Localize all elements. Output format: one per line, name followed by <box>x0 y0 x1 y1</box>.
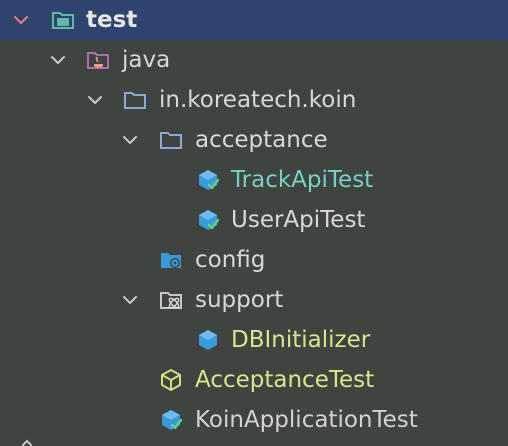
tree-node-label: KoinApplicationTest <box>195 407 418 433</box>
tree-node-acceptancetest[interactable]: AcceptanceTest <box>0 360 508 400</box>
tree-node-label: java <box>122 47 171 73</box>
package-folder-icon <box>124 92 146 109</box>
tree-node-label: config <box>195 247 266 273</box>
tree-node-package[interactable]: in.koreatech.koin <box>0 80 508 120</box>
tree-node-label: TrackApiTest <box>231 167 374 193</box>
test-class-icon <box>199 170 220 190</box>
test-class-icon <box>162 410 183 430</box>
chevron-down-icon[interactable] <box>86 91 104 109</box>
project-tree: test java in.koreatech.koin acceptance T… <box>0 0 508 446</box>
tree-node-label: AcceptanceTest <box>195 367 375 393</box>
support-folder-icon <box>160 292 182 309</box>
chevron-down-icon[interactable] <box>12 11 30 29</box>
test-class-icon <box>199 210 220 230</box>
java-source-folder-icon <box>87 52 109 69</box>
tree-node-config[interactable]: config <box>0 240 508 280</box>
abstract-class-icon <box>161 369 181 391</box>
class-icon <box>199 330 217 350</box>
config-folder-icon <box>161 253 181 268</box>
tree-node-userapitest[interactable]: UserApiTest <box>0 200 508 240</box>
package-folder-icon <box>160 132 182 149</box>
tree-node-dbinitializer[interactable]: DBInitializer <box>0 320 508 360</box>
tree-node-label: support <box>195 287 284 313</box>
tree-node-label: in.koreatech.koin <box>159 87 357 113</box>
tree-node-java[interactable]: java <box>0 40 508 80</box>
tree-node-label: acceptance <box>195 127 328 153</box>
tree-node-label: UserApiTest <box>231 207 366 233</box>
tree-node-label: DBInitializer <box>231 327 371 353</box>
tree-node-support[interactable]: support <box>0 280 508 320</box>
tree-node-test[interactable]: test <box>0 0 508 40</box>
tree-node-label: test <box>86 7 138 33</box>
tree-node-koinapplicationtest[interactable]: KoinApplicationTest <box>0 400 508 440</box>
chevron-down-icon[interactable] <box>121 131 139 149</box>
chevron-right-icon[interactable] <box>20 438 34 446</box>
test-root-folder-icon <box>52 12 74 29</box>
tree-node-acceptance[interactable]: acceptance <box>0 120 508 160</box>
chevron-down-icon[interactable] <box>121 291 139 309</box>
tree-node-trackapitest[interactable]: TrackApiTest <box>0 160 508 200</box>
chevron-down-icon[interactable] <box>49 51 67 69</box>
